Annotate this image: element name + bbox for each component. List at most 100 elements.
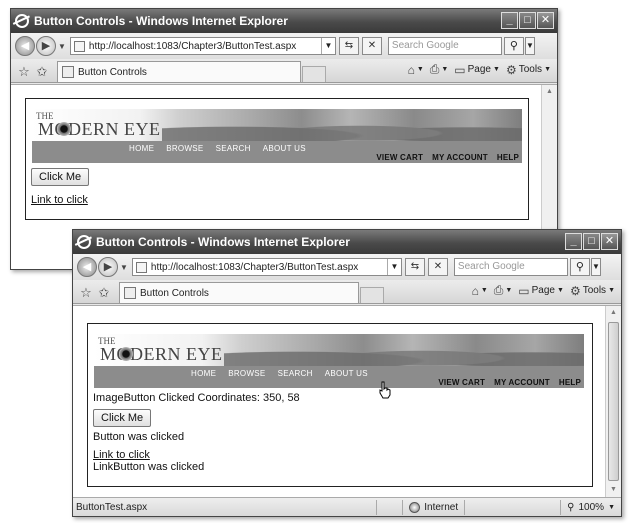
forward-arrow-icon[interactable]: ▶	[36, 36, 56, 56]
refresh-icon[interactable]: ⇆	[338, 37, 359, 55]
maximize-button[interactable]: □	[583, 233, 600, 250]
tools-menu[interactable]: ⚙ Tools ▼	[570, 284, 615, 298]
title-bar[interactable]: Button Controls - Windows Internet Explo…	[73, 230, 621, 254]
search-options-dropdown-icon[interactable]: ▼	[524, 37, 535, 55]
zoom-control[interactable]: ⚲ 100% ▼	[560, 499, 621, 515]
linkbutton-message: LinkButton was clicked	[93, 461, 205, 473]
status-text: ButtonTest.aspx	[76, 501, 148, 513]
window-controls: _ □ ✕	[501, 12, 554, 29]
address-dropdown-icon[interactable]: ▼	[386, 259, 401, 275]
address-bar[interactable]: http://localhost:1083/Chapter3/ButtonTes…	[69, 37, 336, 55]
ie-logo-icon	[77, 235, 91, 249]
eye-logo-icon	[119, 347, 133, 361]
nav-search: SEARCH	[277, 369, 313, 378]
link-to-click[interactable]: Link to click	[93, 449, 150, 461]
click-me-button[interactable]: Click Me	[31, 168, 90, 186]
page-menu[interactable]: ▭ Page ▼	[454, 63, 500, 77]
nav-view-cart: VIEW CART	[376, 153, 424, 162]
back-arrow-icon[interactable]: ◀	[15, 36, 35, 56]
page-body: Click Me Link to click	[26, 163, 528, 206]
vertical-scrollbar[interactable]: ▲ ▼	[605, 306, 621, 497]
banner-menubar: HOME BROWSE SEARCH ABOUT US VIEW CART MY…	[94, 366, 584, 388]
scroll-up-icon[interactable]: ▲	[606, 306, 621, 320]
add-favorites-icon[interactable]: ✩	[33, 62, 51, 82]
page-favicon-icon	[135, 261, 147, 273]
hand-cursor-icon	[379, 381, 391, 399]
add-favorites-icon[interactable]: ✩	[95, 283, 113, 303]
scroll-down-icon[interactable]: ▼	[606, 483, 621, 497]
ie-logo-icon	[15, 14, 29, 28]
browser-window-front: Button Controls - Windows Internet Explo…	[72, 229, 622, 517]
print-button[interactable]: ⎙ ▼	[430, 62, 449, 77]
refresh-icon[interactable]: ⇆	[404, 258, 425, 276]
tab-row: ☆ ✩ Button Controls ⌂ ▼ ⎙ ▼ ▭ Page ▼ ⚙ Tools ▼	[11, 59, 557, 83]
tab-favicon-icon	[62, 66, 74, 78]
banner-menubar: HOME BROWSE SEARCH ABOUT US VIEW CART MY…	[32, 141, 522, 163]
address-toolbar: ◀ ▶ ▼ http://localhost:1083/Chapter3/But…	[73, 254, 621, 280]
banner-scenery	[224, 340, 584, 366]
home-button[interactable]: ⌂ ▼	[472, 284, 488, 298]
address-bar[interactable]: http://localhost:1083/Chapter3/ButtonTes…	[131, 258, 402, 276]
nav-my-account: MY ACCOUNT	[494, 378, 550, 387]
zone-indicator[interactable]: Internet	[402, 499, 464, 515]
home-icon: ⌂	[407, 62, 415, 77]
home-button[interactable]: ⌂ ▼	[408, 63, 424, 77]
print-icon: ⎙	[429, 62, 440, 76]
new-tab-button[interactable]	[360, 287, 384, 303]
search-options-dropdown-icon[interactable]: ▼	[590, 258, 601, 276]
minimize-button[interactable]: _	[501, 12, 518, 29]
image-button-banner[interactable]: THE MODERN EYE HOME BROWSE SEARCH ABOUT …	[32, 109, 522, 163]
command-bar: ⌂ ▼ ⎙ ▼ ▭ Page ▼ ⚙ Tools ▼	[472, 283, 615, 298]
favorites-star-icon[interactable]: ☆	[77, 283, 95, 303]
gear-icon: ⚙	[569, 283, 581, 298]
zoom-dropdown-icon[interactable]: ▼	[608, 504, 615, 511]
link-to-click[interactable]: Link to click	[31, 194, 88, 206]
nav-search: SEARCH	[215, 144, 251, 153]
tools-menu[interactable]: ⚙ Tools ▼	[506, 63, 551, 77]
image-button-banner[interactable]: THE MODERN EYE HOME BROWSE SEARCH ABOUT …	[94, 334, 584, 388]
close-button[interactable]: ✕	[537, 12, 554, 29]
title-bar[interactable]: Button Controls - Windows Internet Explo…	[11, 9, 557, 33]
nav-help: HELP	[496, 153, 519, 162]
tab-button-controls[interactable]: Button Controls	[57, 61, 301, 82]
window-title: Button Controls - Windows Internet Explo…	[96, 235, 350, 249]
minimize-button[interactable]: _	[565, 233, 582, 250]
page-frame: THE MODERN EYE HOME BROWSE SEARCH ABOUT …	[87, 323, 593, 487]
page-menu[interactable]: ▭ Page ▼	[518, 284, 564, 298]
button-message: Button was clicked	[93, 431, 185, 443]
back-arrow-icon[interactable]: ◀	[77, 257, 97, 277]
tab-button-controls[interactable]: Button Controls	[119, 282, 359, 303]
history-dropdown-icon[interactable]: ▼	[120, 263, 128, 272]
forward-arrow-icon[interactable]: ▶	[98, 257, 118, 277]
nav-about-us: ABOUT US	[324, 369, 368, 378]
nav-browse: BROWSE	[228, 369, 266, 378]
scroll-up-icon[interactable]: ▲	[542, 85, 557, 99]
address-url: http://localhost:1083/Chapter3/ButtonTes…	[88, 40, 297, 52]
search-magnifier-icon[interactable]: ⚲	[569, 258, 590, 276]
stop-icon[interactable]: ✕	[361, 37, 382, 55]
tab-label: Button Controls	[78, 66, 147, 78]
window-controls: _ □ ✕	[565, 233, 618, 250]
address-dropdown-icon[interactable]: ▼	[320, 38, 335, 54]
status-segment-empty	[376, 499, 402, 515]
nav-view-cart: VIEW CART	[438, 378, 486, 387]
new-tab-button[interactable]	[302, 66, 326, 82]
nav-help: HELP	[558, 378, 581, 387]
favorites-star-icon[interactable]: ☆	[15, 62, 33, 82]
address-url: http://localhost:1083/Chapter3/ButtonTes…	[150, 261, 359, 273]
address-toolbar: ◀ ▶ ▼ http://localhost:1083/Chapter3/But…	[11, 33, 557, 59]
print-button[interactable]: ⎙ ▼	[494, 283, 513, 298]
history-dropdown-icon[interactable]: ▼	[58, 42, 66, 51]
close-button[interactable]: ✕	[601, 233, 618, 250]
stop-icon[interactable]: ✕	[427, 258, 448, 276]
search-input[interactable]: Search Google	[453, 258, 568, 276]
coordinates-label: ImageButton Clicked Coordinates: 350, 58	[93, 392, 300, 404]
search-magnifier-icon[interactable]: ⚲	[503, 37, 524, 55]
sub-nav: VIEW CART MY ACCOUNT HELP	[376, 153, 519, 162]
search-input[interactable]: Search Google	[387, 37, 502, 55]
maximize-button[interactable]: □	[519, 12, 536, 29]
scrollbar-thumb[interactable]	[608, 322, 619, 481]
click-me-button[interactable]: Click Me	[93, 409, 152, 427]
nav-home: HOME	[129, 144, 155, 153]
page-icon: ▭	[454, 62, 466, 77]
